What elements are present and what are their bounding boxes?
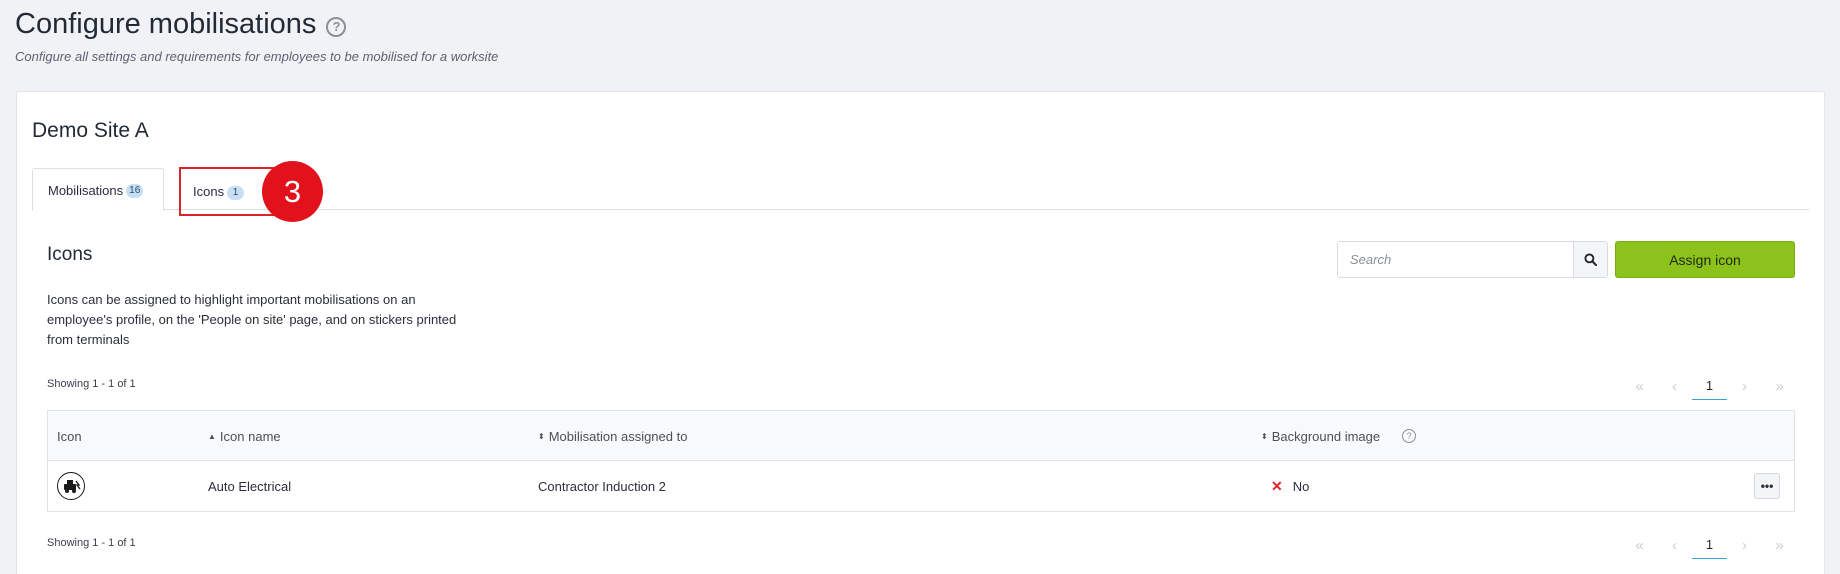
- tab-icons-count-badge: 1: [227, 185, 245, 200]
- sort-both-icon: ⬍: [1261, 431, 1268, 441]
- pagination-top: « ‹ 1 › »: [1622, 372, 1797, 400]
- search-input[interactable]: [1338, 242, 1573, 277]
- page-title: Configure mobilisations ?: [15, 8, 498, 41]
- sort-both-icon: ⬍: [538, 431, 545, 441]
- pagination-bottom: « ‹ 1 › »: [1622, 531, 1797, 559]
- prev-page-button[interactable]: ‹: [1657, 537, 1692, 554]
- tab-mobilisations[interactable]: Mobilisations 16: [32, 168, 164, 211]
- page-title-text: Configure mobilisations: [15, 8, 317, 40]
- site-name: Demo Site A: [32, 119, 149, 142]
- page-header: Configure mobilisations ? Configure all …: [15, 8, 498, 64]
- page-subtitle: Configure all settings and requirements …: [15, 49, 499, 64]
- next-page-button[interactable]: ›: [1727, 537, 1762, 554]
- showing-count-top: Showing 1 - 1 of 1: [47, 378, 136, 390]
- row-more-actions-button[interactable]: •••: [1754, 473, 1780, 499]
- auto-electrical-icon: [57, 472, 85, 500]
- column-header-icon-name-label: Icon name: [219, 428, 281, 444]
- tab-icons-label: Icons: [193, 184, 225, 199]
- row-icon-cell: [57, 461, 85, 511]
- current-page[interactable]: 1: [1692, 537, 1727, 559]
- first-page-button[interactable]: «: [1622, 378, 1657, 395]
- column-header-background-image[interactable]: ⬍ Background image ?: [1261, 411, 1417, 461]
- column-header-mobilisation[interactable]: ⬍ Mobilisation assigned to: [538, 411, 687, 461]
- first-page-button[interactable]: «: [1622, 537, 1657, 554]
- sort-asc-icon: ▲: [208, 431, 216, 441]
- row-background-image: ✕ No: [1261, 461, 1309, 511]
- row-icon-name: Auto Electrical: [208, 478, 292, 494]
- column-header-background-image-label: Background image: [1271, 428, 1381, 444]
- search-button[interactable]: [1573, 242, 1607, 277]
- tab-mobilisations-label: Mobilisations: [48, 182, 124, 198]
- column-header-icon: Icon: [57, 411, 82, 461]
- current-page[interactable]: 1: [1692, 378, 1727, 400]
- column-header-mobilisation-label: Mobilisation assigned to: [548, 428, 688, 444]
- prev-page-button[interactable]: ‹: [1657, 378, 1692, 395]
- help-icon[interactable]: ?: [1402, 429, 1417, 443]
- row-background-image-value: No: [1292, 478, 1310, 494]
- column-header-icon-label: Icon: [57, 428, 82, 444]
- section-description: Icons can be assigned to highlight impor…: [47, 292, 457, 347]
- last-page-button[interactable]: »: [1762, 537, 1797, 554]
- icons-table: Icon ▲ Icon name ⬍ Mobilisation assigned…: [47, 410, 1795, 512]
- column-header-icon-name[interactable]: ▲ Icon name: [208, 411, 281, 461]
- row-mobilisation: Contractor Induction 2: [538, 478, 666, 494]
- cross-icon: ✕: [1271, 477, 1283, 494]
- section-title: Icons: [47, 244, 93, 265]
- site-card: Demo Site A Mobilisations 16 Icons 1 3 I…: [16, 91, 1825, 574]
- next-page-button[interactable]: ›: [1727, 378, 1762, 395]
- last-page-button[interactable]: »: [1762, 378, 1797, 395]
- search-box: [1337, 241, 1608, 278]
- step-marker-badge: 3: [262, 161, 323, 222]
- table-row: Auto Electrical Contractor Induction 2 ✕…: [48, 461, 1794, 511]
- row-actions-cell: •••: [1754, 461, 1780, 511]
- tab-mobilisations-count-badge: 16: [126, 184, 144, 198]
- assign-icon-button[interactable]: Assign icon: [1615, 241, 1795, 278]
- search-icon: [1584, 253, 1597, 266]
- table-header: Icon ▲ Icon name ⬍ Mobilisation assigned…: [48, 411, 1794, 461]
- showing-count-bottom: Showing 1 - 1 of 1: [47, 537, 136, 549]
- help-icon[interactable]: ?: [326, 16, 347, 37]
